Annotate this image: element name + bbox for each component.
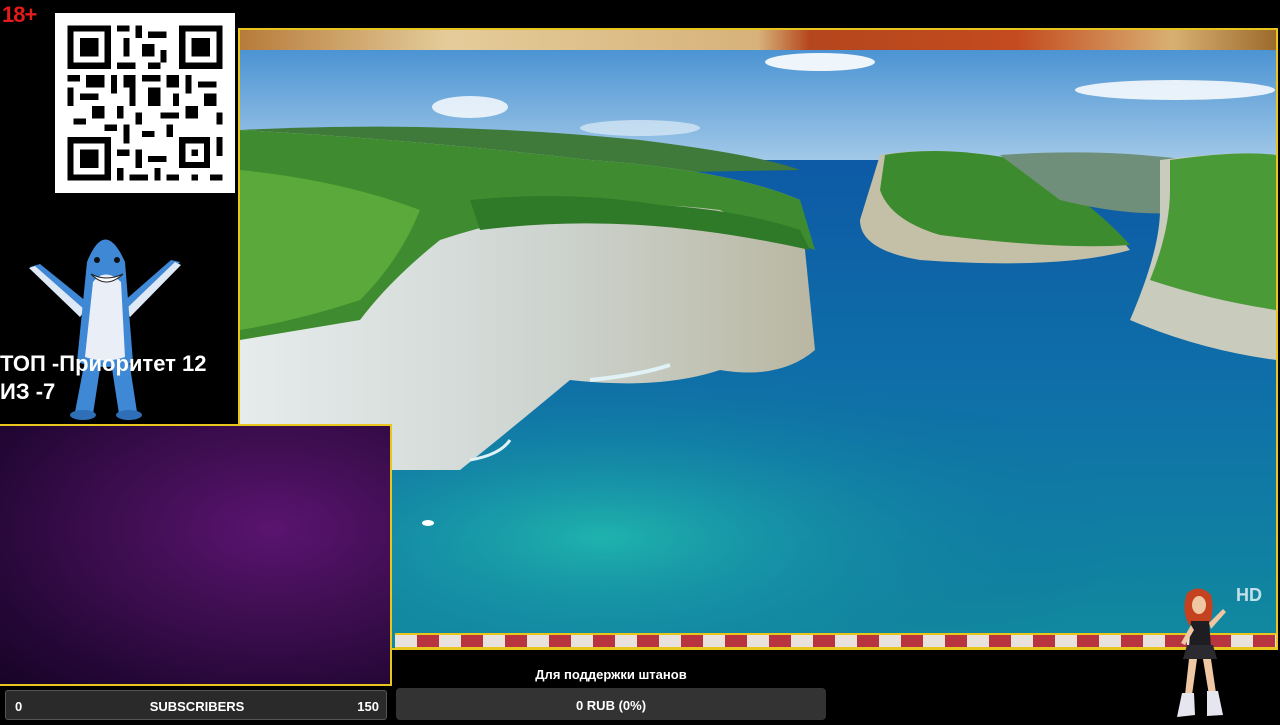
hd-quality-badge: HD <box>1236 585 1262 605</box>
video-scene-image <box>240 30 1276 648</box>
priority-text: ТОП -Приоритет 12 ИЗ -7 <box>0 350 207 406</box>
subscribers-goal-bar: 0 SUBSCRIBERS 150 <box>5 690 387 720</box>
video-player[interactable] <box>238 28 1278 650</box>
donation-amount: 0 RUB (0%) <box>575 698 647 713</box>
subscribers-label: SUBSCRIBERS <box>149 699 245 714</box>
webcam-panel <box>0 424 392 686</box>
subscribers-goal: 150 <box>357 699 379 714</box>
priority-line-1: ТОП -Приоритет 12 <box>0 351 207 376</box>
decorative-striped-strip <box>395 633 1276 649</box>
qr-code <box>55 13 235 193</box>
decorative-top-strip <box>240 30 1276 50</box>
priority-line-2: ИЗ -7 <box>0 379 56 404</box>
dancer-icon <box>1165 585 1235 720</box>
donation-progress-bar: 0 RUB (0%) <box>396 688 826 720</box>
age-rating-badge: 18+ <box>2 2 37 27</box>
donation-title: Для поддержки штанов <box>535 667 687 682</box>
